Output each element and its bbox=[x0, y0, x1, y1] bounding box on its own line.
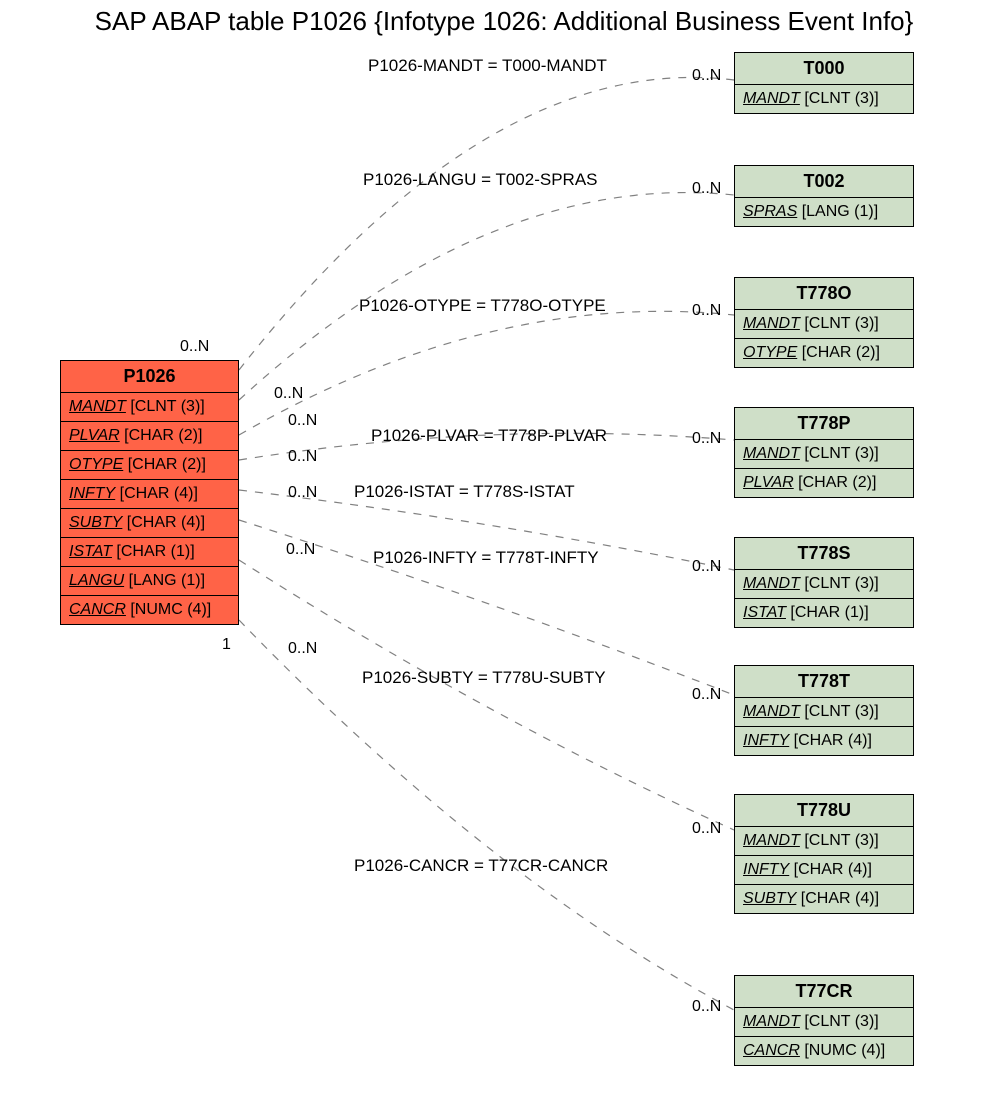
card-left-5: 0..N bbox=[286, 541, 315, 559]
card-left-2: 0..N bbox=[288, 412, 317, 430]
entity-t778t-field-0: MANDT [CLNT (3)] bbox=[735, 698, 913, 727]
entity-t778s-field-0: MANDT [CLNT (3)] bbox=[735, 570, 913, 599]
entity-t778p: T778P MANDT [CLNT (3)] PLVAR [CHAR (2)] bbox=[734, 407, 914, 498]
entity-t002-title: T002 bbox=[735, 166, 913, 198]
entity-p1026-field-cancr: CANCR [NUMC (4)] bbox=[61, 596, 238, 624]
entity-t778o-title: T778O bbox=[735, 278, 913, 310]
entity-p1026-field-subty: SUBTY [CHAR (4)] bbox=[61, 509, 238, 538]
entity-t778s: T778S MANDT [CLNT (3)] ISTAT [CHAR (1)] bbox=[734, 537, 914, 628]
card-right-6: 0..N bbox=[692, 820, 721, 838]
diagram-title: SAP ABAP table P1026 {Infotype 1026: Add… bbox=[0, 6, 1008, 37]
card-right-1: 0..N bbox=[692, 180, 721, 198]
card-right-0: 0..N bbox=[692, 67, 721, 85]
entity-p1026-field-langu: LANGU [LANG (1)] bbox=[61, 567, 238, 596]
card-left-0: 0..N bbox=[180, 338, 209, 356]
entity-p1026-field-istat: ISTAT [CHAR (1)] bbox=[61, 538, 238, 567]
entity-p1026-field-infty: INFTY [CHAR (4)] bbox=[61, 480, 238, 509]
entity-p1026-field-mandt: MANDT [CLNT (3)] bbox=[61, 393, 238, 422]
entity-p1026-field-plvar: PLVAR [CHAR (2)] bbox=[61, 422, 238, 451]
entity-t778u-field-2: SUBTY [CHAR (4)] bbox=[735, 885, 913, 913]
card-right-3: 0..N bbox=[692, 430, 721, 448]
card-left-4: 0..N bbox=[288, 484, 317, 502]
entity-t778s-field-1: ISTAT [CHAR (1)] bbox=[735, 599, 913, 627]
card-right-5: 0..N bbox=[692, 686, 721, 704]
entity-t77cr-field-1: CANCR [NUMC (4)] bbox=[735, 1037, 913, 1065]
entity-t778u-title: T778U bbox=[735, 795, 913, 827]
entity-t778u-field-1: INFTY [CHAR (4)] bbox=[735, 856, 913, 885]
entity-t000: T000 MANDT [CLNT (3)] bbox=[734, 52, 914, 114]
entity-t77cr-title: T77CR bbox=[735, 976, 913, 1008]
card-left-3: 0..N bbox=[288, 448, 317, 466]
entity-t778o: T778O MANDT [CLNT (3)] OTYPE [CHAR (2)] bbox=[734, 277, 914, 368]
entity-t77cr-field-0: MANDT [CLNT (3)] bbox=[735, 1008, 913, 1037]
edge-label-7: P1026-CANCR = T77CR-CANCR bbox=[354, 856, 608, 876]
entity-t778t-title: T778T bbox=[735, 666, 913, 698]
edge-label-2: P1026-OTYPE = T778O-OTYPE bbox=[359, 296, 606, 316]
edge-label-1: P1026-LANGU = T002-SPRAS bbox=[363, 170, 598, 190]
entity-t778o-field-0: MANDT [CLNT (3)] bbox=[735, 310, 913, 339]
entity-t778p-title: T778P bbox=[735, 408, 913, 440]
entity-t778u: T778U MANDT [CLNT (3)] INFTY [CHAR (4)] … bbox=[734, 794, 914, 914]
entity-p1026: P1026 MANDT [CLNT (3)] PLVAR [CHAR (2)] … bbox=[60, 360, 239, 625]
entity-t778t-field-1: INFTY [CHAR (4)] bbox=[735, 727, 913, 755]
entity-t778o-field-1: OTYPE [CHAR (2)] bbox=[735, 339, 913, 367]
entity-t002-field: SPRAS [LANG (1)] bbox=[735, 198, 913, 226]
edge-label-6: P1026-SUBTY = T778U-SUBTY bbox=[362, 668, 606, 688]
card-right-2: 0..N bbox=[692, 302, 721, 320]
entity-t000-title: T000 bbox=[735, 53, 913, 85]
entity-t778p-field-1: PLVAR [CHAR (2)] bbox=[735, 469, 913, 497]
card-right-7: 0..N bbox=[692, 998, 721, 1016]
entity-t778t: T778T MANDT [CLNT (3)] INFTY [CHAR (4)] bbox=[734, 665, 914, 756]
edge-label-3: P1026-PLVAR = T778P-PLVAR bbox=[371, 426, 607, 446]
entity-t002: T002 SPRAS [LANG (1)] bbox=[734, 165, 914, 227]
card-left-1: 0..N bbox=[274, 385, 303, 403]
entity-p1026-field-otype: OTYPE [CHAR (2)] bbox=[61, 451, 238, 480]
edge-label-4: P1026-ISTAT = T778S-ISTAT bbox=[354, 482, 575, 502]
edge-label-0: P1026-MANDT = T000-MANDT bbox=[368, 56, 607, 76]
edge-label-5: P1026-INFTY = T778T-INFTY bbox=[373, 548, 599, 568]
entity-t77cr: T77CR MANDT [CLNT (3)] CANCR [NUMC (4)] bbox=[734, 975, 914, 1066]
card-right-4: 0..N bbox=[692, 558, 721, 576]
entity-t778u-field-0: MANDT [CLNT (3)] bbox=[735, 827, 913, 856]
entity-t778s-title: T778S bbox=[735, 538, 913, 570]
card-left-6: 0..N bbox=[288, 640, 317, 658]
entity-t000-field: MANDT [CLNT (3)] bbox=[735, 85, 913, 113]
card-left-7: 1 bbox=[222, 636, 231, 654]
entity-p1026-title: P1026 bbox=[61, 361, 238, 393]
entity-t778p-field-0: MANDT [CLNT (3)] bbox=[735, 440, 913, 469]
